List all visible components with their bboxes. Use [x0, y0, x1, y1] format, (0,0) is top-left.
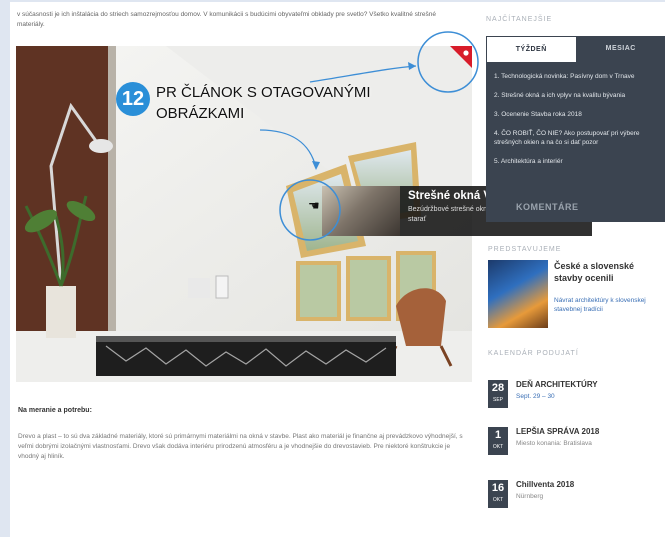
event-day: 1 — [494, 429, 502, 441]
most-read-tabs: TÝŽDEŇ MESIAC — [486, 36, 665, 62]
page: v súčasnosti je ich inštalácia do striec… — [10, 2, 665, 537]
event-subtitle[interactable]: Sept. 29 – 30 — [516, 392, 661, 401]
event-month: OKT — [492, 497, 504, 503]
callout-label: PR ČLÁNOK S OTAGOVANÝMI OBRÁZKAMI — [156, 84, 371, 122]
event-calendar-title: KALENDÁR PODUJATÍ — [488, 350, 579, 357]
article-subheading: Na meranie a potrebu: — [18, 407, 92, 414]
event-subtitle: Nürnberg — [516, 493, 544, 500]
annotation-callout: 12 PR ČLÁNOK S OTAGOVANÝMI OBRÁZKAMI — [116, 82, 416, 124]
promo-card[interactable]: České a slovenské stavby ocenili Návrat … — [488, 260, 665, 330]
comments-button[interactable]: KOMENTÁRE — [516, 202, 579, 212]
event-date-badge: 16 OKT — [488, 480, 508, 508]
event-month: OKT — [492, 444, 504, 450]
event-title[interactable]: DEŇ ARCHITEKTÚRY — [516, 380, 598, 389]
article-body: Drevo a plast – to sú dva základné mater… — [18, 433, 463, 460]
callout-number-badge: 12 — [116, 82, 150, 116]
event-day: 28 — [491, 382, 505, 394]
event-month: SEP — [492, 397, 503, 403]
event-date-badge: 28 SEP — [488, 380, 508, 408]
event-item[interactable]: 16 OKT Chillventa 2018 Nürnberg — [488, 480, 665, 520]
hand-pointer-icon: ☚ — [308, 198, 320, 213]
promo-title[interactable]: České a slovenské stavby ocenili — [554, 260, 664, 284]
most-read-item[interactable]: 3. Ocenenie Stavba roka 2018 — [494, 110, 657, 119]
promo-image[interactable] — [488, 260, 548, 328]
most-read-title: NAJČÍTANEJŠIE — [486, 16, 553, 23]
most-read-list: 1. Technologická novinka: Pasívny dom v … — [486, 62, 665, 222]
tooltip-thumbnail — [322, 186, 400, 236]
event-day: 16 — [491, 482, 505, 494]
event-item[interactable]: 28 SEP DEŇ ARCHITEKTÚRY Sept. 29 – 30 — [488, 380, 665, 420]
promo-link[interactable]: Návrat architektúry k slovenskej stavebn… — [554, 296, 664, 314]
promo-section-title: PREDSTAVUJEME — [488, 246, 562, 253]
most-read-item[interactable]: 1. Technologická novinka: Pasívny dom v … — [494, 72, 657, 81]
event-title[interactable]: LEPŠIA SPRÁVA 2018 — [516, 427, 599, 436]
event-date-badge: 1 OKT — [488, 427, 508, 455]
most-read-item[interactable]: 5. Architektúra a interiér — [494, 157, 657, 166]
event-title[interactable]: Chillventa 2018 — [516, 480, 574, 489]
tab-week[interactable]: TÝŽDEŇ — [486, 36, 577, 62]
tab-month[interactable]: MESIAC — [576, 36, 665, 62]
sidebar: NAJČÍTANEJŠIE TÝŽDEŇ MESIAC 1. Technolog… — [480, 2, 665, 537]
tag-marker-icon[interactable] — [450, 46, 472, 68]
event-subtitle: Miesto konania: Bratislava — [516, 440, 592, 447]
event-item[interactable]: 1 OKT LEPŠIA SPRÁVA 2018 Miesto konania:… — [488, 427, 665, 467]
most-read-item[interactable]: 4. ČO ROBIŤ, ČO NIE? Ako postupovať pri … — [494, 129, 657, 147]
most-read-item[interactable]: 2. Strešné okná a ich vplyv na kvalitu b… — [494, 91, 657, 100]
article-intro: v súčasnosti je ich inštalácia do striec… — [17, 11, 436, 28]
